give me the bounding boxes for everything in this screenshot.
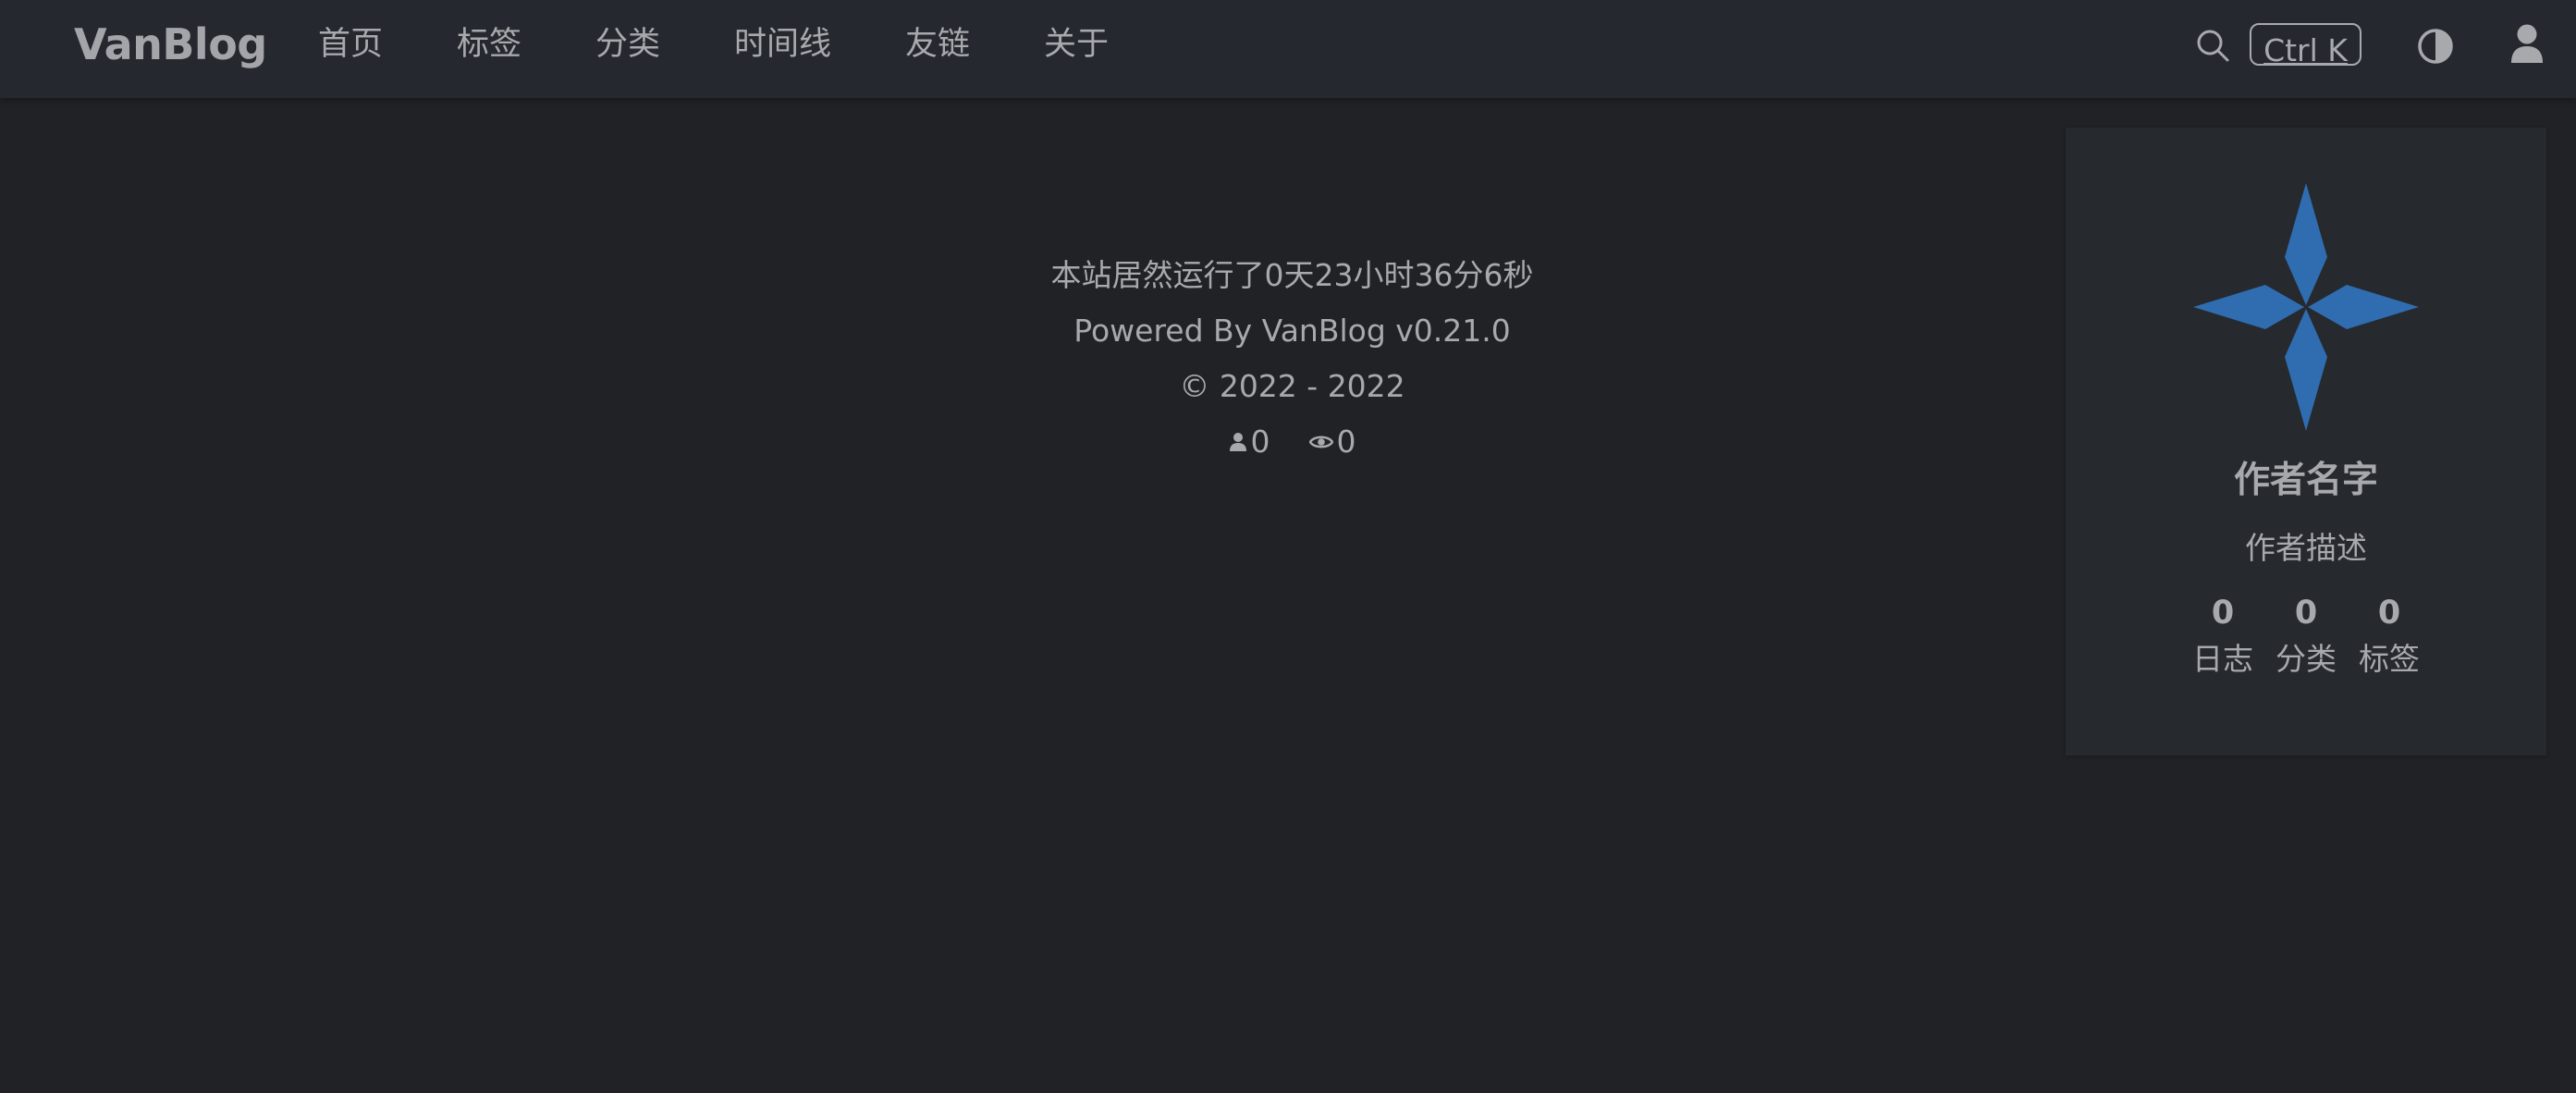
visitor-count-value: 0	[1250, 424, 1270, 460]
compass-star-logo	[2193, 183, 2419, 431]
stat-categories-value: 0	[2294, 595, 2318, 632]
copyright-text: © 2022 - 2022	[1179, 368, 1405, 404]
eye-icon	[1308, 436, 1333, 448]
stat-tags[interactable]: 0 标签	[2352, 590, 2426, 682]
view-count-value: 0	[1336, 424, 1356, 460]
stat-posts-value: 0	[2211, 595, 2235, 632]
stat-tags-value: 0	[2377, 595, 2401, 632]
nav-about[interactable]: 关于	[1044, 23, 1109, 66]
nav-friend-links[interactable]: 友链	[905, 23, 970, 66]
visitor-icon	[1229, 433, 1246, 451]
stat-categories[interactable]: 0 分类	[2269, 590, 2343, 682]
brand-logo-link[interactable]: VanBlog	[74, 18, 267, 70]
nav-categories[interactable]: 分类	[595, 23, 660, 66]
stat-tags-label: 标签	[2359, 641, 2420, 677]
uptime-text: 本站居然运行了0天23小时36分6秒	[1050, 257, 1534, 293]
visit-stats: 0 0	[925, 414, 1660, 470]
visitor-count: 0	[1229, 414, 1270, 470]
author-name: 作者名字	[2233, 460, 2378, 501]
author-description: 作者描述	[2245, 530, 2367, 566]
view-count: 0	[1308, 414, 1356, 470]
author-card: 作者名字 作者描述 0 日志 0 分类 0 标签	[2066, 128, 2546, 755]
stat-posts-label: 日志	[2192, 641, 2253, 677]
search-shortcut-button[interactable]: Ctrl K	[2250, 23, 2361, 66]
author-stats: 0 日志 0 分类 0 标签	[2066, 590, 2546, 682]
nav-timeline[interactable]: 时间线	[734, 23, 831, 66]
site-footer: 本站居然运行了0天23小时36分6秒 Powered By VanBlog v0…	[925, 248, 1660, 470]
nav-home[interactable]: 首页	[318, 23, 383, 66]
theme-toggle-icon[interactable]	[2417, 28, 2454, 65]
stat-posts[interactable]: 0 日志	[2186, 590, 2260, 682]
powered-by-text: Powered By VanBlog v0.21.0	[1073, 313, 1511, 349]
stat-categories-label: 分类	[2275, 641, 2337, 677]
navbar: VanBlog 首页 标签 分类 时间线 友链 关于 Ctrl K	[0, 0, 2576, 98]
nav-tags[interactable]: 标签	[457, 23, 521, 66]
search-icon[interactable]	[2195, 28, 2230, 63]
user-icon[interactable]	[2509, 24, 2545, 65]
